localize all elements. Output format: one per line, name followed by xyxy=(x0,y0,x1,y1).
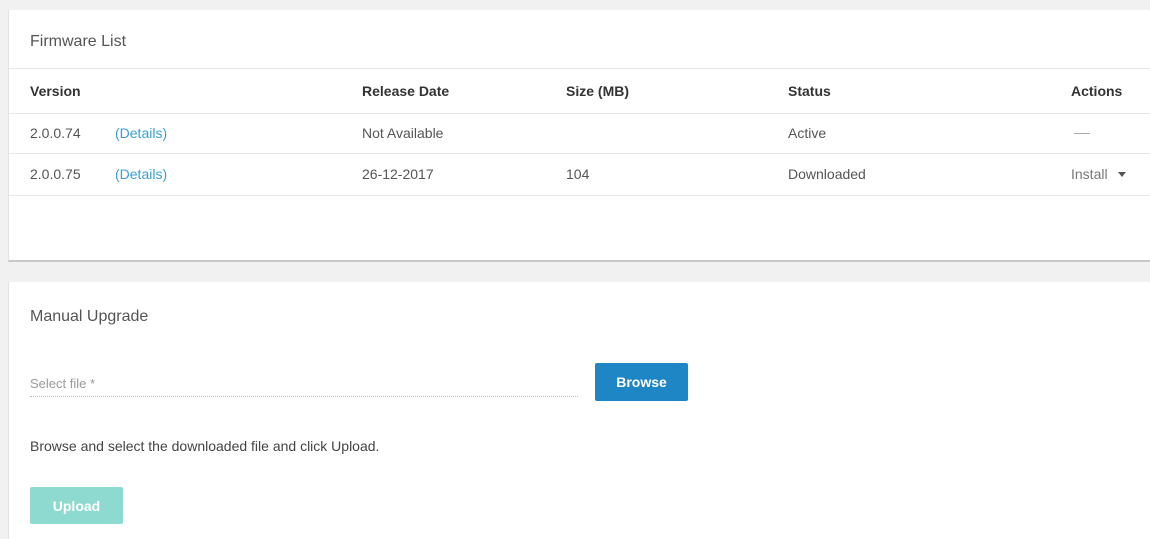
manual-upgrade-card: Manual Upgrade Browse Browse and select … xyxy=(8,282,1150,539)
row-release-date: 26-12-2017 xyxy=(362,166,434,182)
upload-help-text: Browse and select the downloaded file an… xyxy=(30,438,380,454)
firmware-page: Firmware List Version Release Date Size … xyxy=(0,0,1150,539)
row-status: Active xyxy=(788,125,827,141)
row-version: 2.0.0.74 xyxy=(30,125,81,141)
column-header-actions: Actions xyxy=(1071,83,1123,99)
select-file-input[interactable] xyxy=(30,370,578,397)
table-row: 2.0.0.75 (Details) 26-12-2017 104 Downlo… xyxy=(9,153,1150,196)
row-status: Downloaded xyxy=(788,166,866,182)
firmware-list-title: Firmware List xyxy=(30,33,127,50)
details-link[interactable]: (Details) xyxy=(115,113,167,153)
table-header-row: Version Release Date Size (MB) Status Ac… xyxy=(9,69,1150,114)
column-header-size: Size (MB) xyxy=(566,83,629,99)
dash-icon xyxy=(1074,132,1090,134)
browse-button[interactable]: Browse xyxy=(595,363,688,401)
install-select[interactable]: Install xyxy=(1071,166,1126,182)
row-release-date: Not Available xyxy=(362,125,444,141)
row-size: 104 xyxy=(566,166,590,182)
firmware-list-card: Firmware List Version Release Date Size … xyxy=(8,10,1150,262)
row-action-none xyxy=(1071,113,1090,153)
caret-down-icon[interactable] xyxy=(1117,171,1126,177)
column-header-version: Version xyxy=(30,83,81,99)
upload-button[interactable]: Upload xyxy=(30,487,123,524)
install-label: Install xyxy=(1071,166,1108,182)
install-dropdown[interactable]: Install xyxy=(1071,153,1126,195)
row-version: 2.0.0.75 xyxy=(30,166,81,182)
details-link[interactable]: (Details) xyxy=(115,153,167,195)
manual-upgrade-title: Manual Upgrade xyxy=(30,308,149,325)
table-row: 2.0.0.74 (Details) Not Available Active xyxy=(9,113,1150,154)
column-header-release-date: Release Date xyxy=(362,83,450,99)
column-header-status: Status xyxy=(788,83,831,99)
